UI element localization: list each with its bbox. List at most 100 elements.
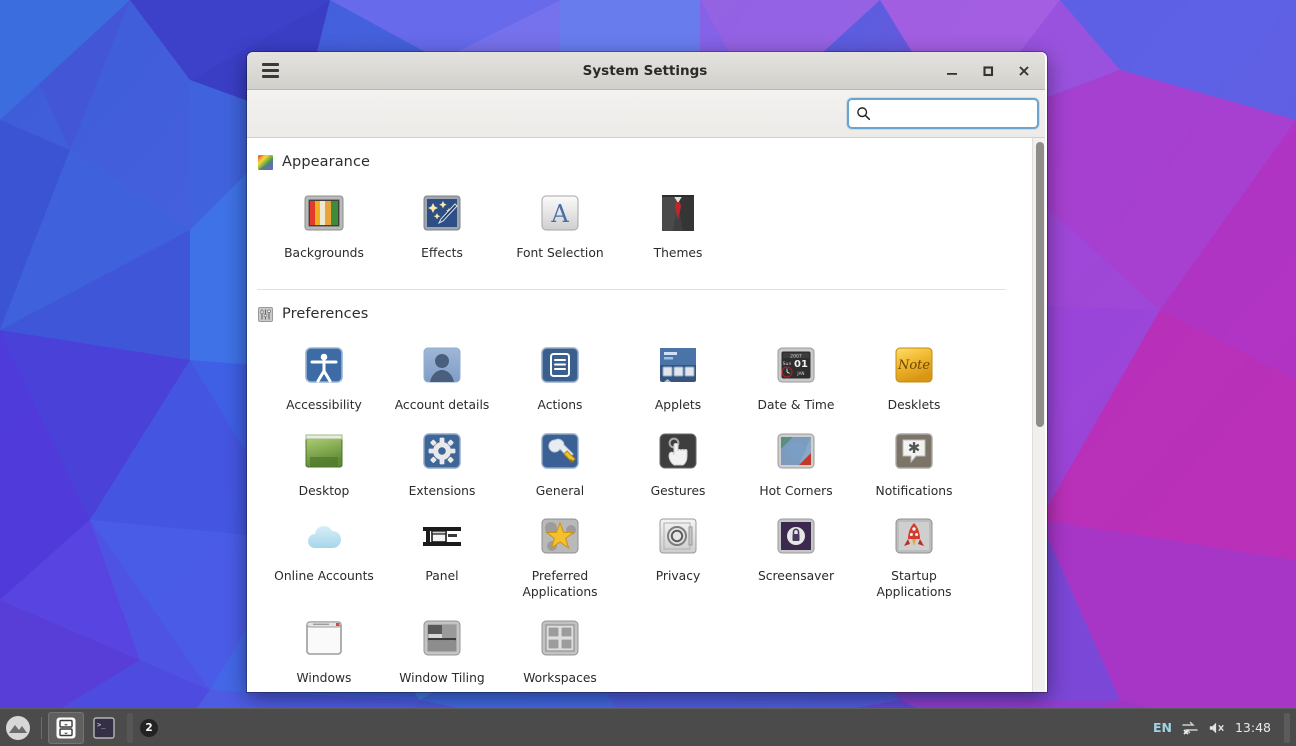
windows-icon (300, 615, 348, 663)
color-palette-icon (258, 154, 273, 170)
window-title: System Settings (582, 62, 708, 79)
tile-desktop[interactable]: Desktop (265, 422, 383, 507)
volume-muted-icon[interactable] (1208, 719, 1226, 737)
tile-extensions[interactable]: Extensions (383, 422, 501, 507)
section-title: Preferences (282, 306, 369, 323)
network-disconnected-icon[interactable] (1181, 719, 1199, 737)
tile-label: Desktop (298, 483, 350, 498)
date-time-icon: 2007 Sun 01 JAN (772, 342, 820, 390)
tile-label: Themes (653, 246, 703, 260)
tile-label: Extensions (408, 483, 476, 498)
tile-notifications[interactable]: ✱ Notifications (855, 422, 973, 507)
panel-divider (41, 716, 42, 739)
tile-desklets[interactable]: Note Desklets (855, 336, 973, 421)
task-button-file-manager[interactable] (48, 711, 84, 744)
actions-icon (536, 342, 584, 390)
svg-text:JAN: JAN (796, 371, 804, 376)
tile-windows[interactable]: Windows (265, 609, 383, 692)
workspaces-icon (536, 615, 584, 663)
tile-font-selection[interactable]: A Font Selection (501, 184, 619, 269)
settings-scroll-area: Appearance Backgrounds Effects A Font Se… (247, 138, 1032, 692)
tile-privacy[interactable]: Privacy (619, 507, 737, 609)
search-icon (856, 106, 872, 122)
section-preferences: Preferences Accessibility Account detail… (253, 290, 1016, 692)
tile-label: General (535, 483, 585, 498)
startup-applications-icon (890, 513, 938, 561)
settings-content: Appearance Backgrounds Effects A Font Se… (247, 138, 1045, 692)
tile-panel[interactable]: Panel (383, 507, 501, 609)
preferences-grid: Accessibility Account details Actions Ap… (253, 324, 1016, 692)
online-accounts-icon (300, 513, 348, 561)
screensaver-icon (772, 513, 820, 561)
tile-general[interactable]: General (501, 422, 619, 507)
tile-online-accounts[interactable]: Online Accounts (265, 507, 383, 609)
tile-window-tiling[interactable]: Window Tiling (383, 609, 501, 692)
maximize-button[interactable] (977, 60, 999, 82)
tile-gestures[interactable]: Gestures (619, 422, 737, 507)
hot-corners-icon (772, 428, 820, 476)
tile-label: Account details (394, 398, 490, 413)
section-header-appearance: Appearance (253, 138, 1016, 172)
tile-effects[interactable]: Effects (383, 184, 501, 269)
tile-workspaces[interactable]: Workspaces (501, 609, 619, 692)
language-indicator[interactable]: EN (1153, 720, 1172, 735)
tile-label: Notifications (875, 483, 953, 498)
svg-text:01: 01 (794, 359, 808, 370)
extensions-icon (418, 428, 466, 476)
close-button[interactable] (1013, 60, 1035, 82)
tile-hot-corners[interactable]: Hot Corners (737, 422, 855, 507)
tile-screensaver[interactable]: Screensaver (737, 507, 855, 609)
tile-accessibility[interactable]: Accessibility (265, 336, 383, 421)
privacy-icon (654, 513, 702, 561)
font-selection-icon: A (536, 190, 584, 238)
tile-themes[interactable]: Themes (619, 184, 737, 269)
tile-applets[interactable]: Applets (619, 336, 737, 421)
tile-label: Font Selection (516, 246, 604, 260)
tile-label: Windows (296, 670, 352, 685)
scrollbar-thumb[interactable] (1036, 142, 1044, 427)
tile-label: Screensaver (757, 569, 835, 584)
tile-label: Window Tiling (399, 670, 485, 685)
preferred-applications-icon (536, 513, 584, 561)
tile-date-time[interactable]: 2007 Sun 01 JAN Date & Time (737, 336, 855, 421)
task-button-terminal[interactable]: >_ (86, 712, 122, 744)
minimize-button[interactable] (941, 60, 963, 82)
section-appearance: Appearance Backgrounds Effects A Font Se… (253, 138, 1016, 291)
taskbar-panel[interactable]: >_ 2 EN 13:48 (0, 708, 1296, 746)
tile-label: Online Accounts (274, 569, 374, 584)
desktop[interactable]: System Settings Appearance Backgrounds E… (0, 0, 1296, 746)
preferences-icon (258, 306, 273, 322)
panel-icon (418, 513, 466, 561)
panel-handle[interactable] (1284, 712, 1290, 743)
tile-label: Panel (425, 569, 459, 584)
window-titlebar[interactable]: System Settings (247, 52, 1045, 90)
tile-label: Applets (654, 398, 702, 413)
general-icon (536, 428, 584, 476)
tile-actions[interactable]: Actions (501, 336, 619, 421)
tile-label: Backgrounds (284, 246, 364, 260)
search-toolbar: ✕ (247, 90, 1047, 138)
hamburger-menu-icon[interactable] (253, 52, 287, 90)
clock[interactable]: 13:48 (1235, 720, 1271, 735)
tile-startup-applications[interactable]: Startup Applications (855, 507, 973, 609)
panel-separator (127, 712, 133, 743)
workspace-badge[interactable]: 2 (140, 718, 158, 737)
vertical-scrollbar[interactable] (1032, 138, 1045, 692)
tile-backgrounds[interactable]: Backgrounds (265, 184, 383, 269)
tile-label: Startup Applications (876, 569, 952, 600)
effects-icon (418, 190, 466, 238)
tile-account-details[interactable]: Account details (383, 336, 501, 421)
gestures-icon (654, 428, 702, 476)
applets-icon (654, 342, 702, 390)
system-settings-window[interactable]: System Settings Appearance Backgrounds E… (247, 52, 1047, 692)
search-input[interactable] (872, 100, 1047, 127)
tile-label: Desklets (887, 398, 941, 413)
tile-preferred-applications[interactable]: Preferred Applications (501, 507, 619, 609)
tile-label: Accessibility (286, 398, 362, 413)
mint-menu-icon[interactable] (0, 709, 36, 746)
panel-left-area: >_ 2 (0, 709, 158, 746)
section-title: Appearance (282, 154, 371, 170)
search-box[interactable]: ✕ (847, 98, 1047, 129)
desktop-icon (300, 428, 348, 476)
tile-label: Workspaces (523, 670, 597, 685)
